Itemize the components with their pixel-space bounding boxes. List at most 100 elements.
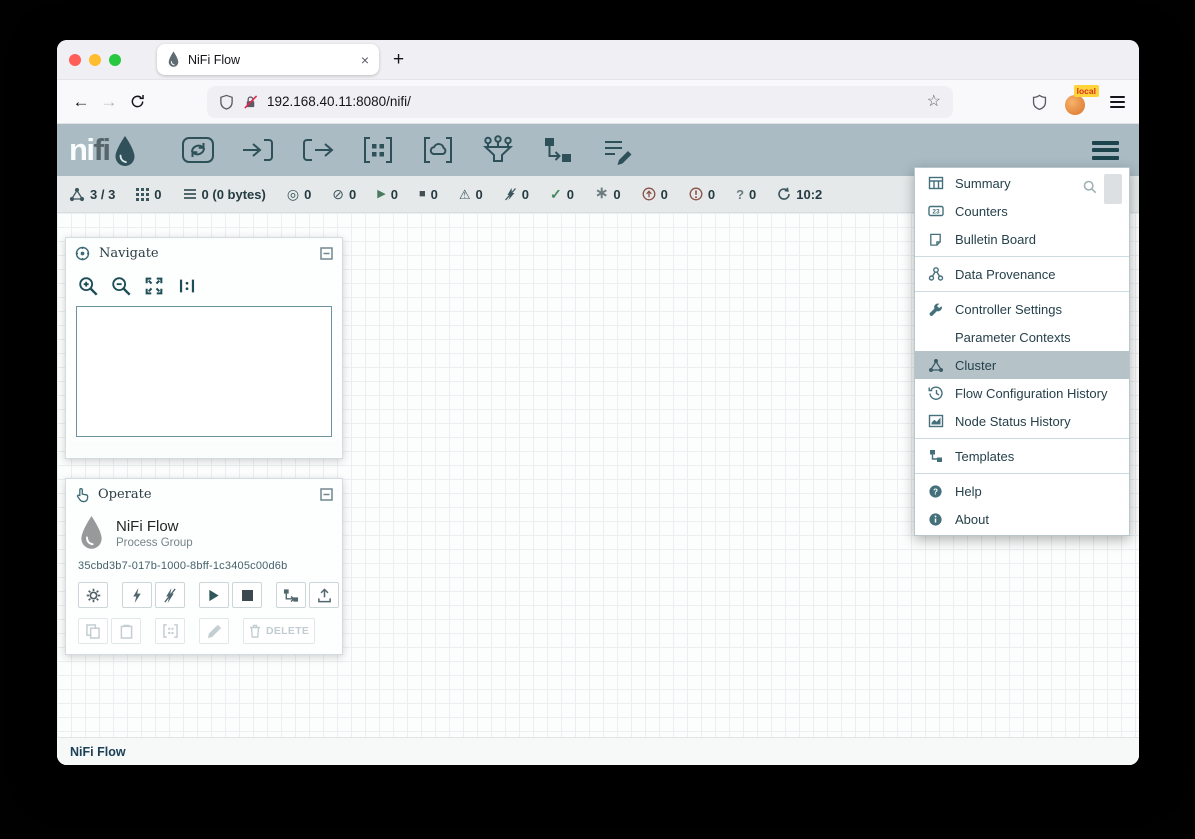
- create-template-button[interactable]: [276, 582, 306, 608]
- disable-button[interactable]: [155, 582, 185, 608]
- enable-button[interactable]: [122, 582, 152, 608]
- birdseye-view[interactable]: [76, 306, 332, 437]
- process-group-icon[interactable]: [361, 135, 395, 165]
- upload-template-button[interactable]: [309, 582, 339, 608]
- navigate-palette-footer: [67, 441, 341, 457]
- global-menu-hamburger-icon[interactable]: [1092, 141, 1119, 160]
- wrench-icon: [927, 302, 944, 317]
- copy-button[interactable]: [78, 618, 108, 644]
- help-icon: ?: [927, 484, 944, 499]
- zoom-in-button[interactable]: [76, 274, 100, 298]
- tracking-protection-shield-icon[interactable]: [219, 94, 234, 110]
- status-sync-failure: ? 0: [736, 187, 756, 202]
- breadcrumb-bar: NiFi Flow: [57, 737, 1139, 765]
- zoom-actual-size-button[interactable]: [175, 274, 199, 298]
- insecure-lock-icon[interactable]: [243, 94, 258, 110]
- stop-button[interactable]: [232, 582, 262, 608]
- menu-item-flow-configuration-history[interactable]: Flow Configuration History: [915, 379, 1129, 407]
- component-toolbar: [181, 135, 635, 165]
- new-tab-button[interactable]: +: [393, 49, 404, 71]
- group-button[interactable]: [155, 618, 185, 644]
- status-active-threads: 0: [136, 187, 161, 202]
- status-connected-nodes: 3 / 3: [69, 187, 115, 202]
- running-play-icon: ▶: [377, 189, 385, 200]
- window-controls: [69, 54, 121, 66]
- url-bar[interactable]: 192.168.40.11:8080/nifi/ ☆: [207, 86, 953, 118]
- funnel-icon[interactable]: [481, 135, 515, 165]
- operate-buttons-row2: DELETE: [78, 618, 330, 644]
- tab-close-icon[interactable]: ×: [361, 53, 369, 67]
- browser-tab[interactable]: NiFi Flow ×: [157, 44, 379, 75]
- navigate-palette-header[interactable]: Navigate: [66, 238, 342, 269]
- status-stale: 0: [642, 187, 668, 202]
- label-icon[interactable]: [601, 135, 635, 165]
- zoom-fit-button[interactable]: [142, 274, 166, 298]
- navigate-palette: Navigate: [65, 237, 343, 459]
- bookmark-star-icon[interactable]: ☆: [927, 94, 941, 110]
- template-icon: [927, 448, 944, 464]
- status-disabled: 0: [504, 187, 529, 202]
- profile-avatar[interactable]: local: [1064, 88, 1094, 116]
- delete-button-label: DELETE: [266, 625, 309, 637]
- logo-text-fi: fi: [94, 133, 110, 167]
- menu-item-templates[interactable]: Templates: [915, 442, 1129, 470]
- operate-title: Operate: [98, 487, 152, 502]
- stopped-square-icon: ■: [419, 189, 426, 200]
- navigate-toolbar: [66, 269, 342, 301]
- collapse-navigate-button[interactable]: [320, 247, 333, 260]
- status-not-transmitting: ⊘ 0: [332, 187, 356, 202]
- stale-arrow-circle-icon: [642, 187, 656, 201]
- selected-flow-type: Process Group: [116, 537, 193, 549]
- remote-process-group-icon[interactable]: [421, 135, 455, 165]
- svg-text:23: 23: [932, 209, 940, 216]
- operate-palette-header[interactable]: Operate: [66, 479, 342, 510]
- menu-item-cluster[interactable]: Cluster: [915, 351, 1129, 379]
- not-transmitting-icon: ⊘: [332, 187, 344, 201]
- breadcrumb[interactable]: NiFi Flow: [70, 745, 126, 759]
- maximize-window-button[interactable]: [109, 54, 121, 66]
- menu-item-about[interactable]: About: [915, 505, 1129, 533]
- collapse-operate-button[interactable]: [320, 488, 333, 501]
- input-port-icon[interactable]: [241, 135, 275, 165]
- cluster-icon: [927, 358, 944, 373]
- provenance-icon: [927, 266, 944, 282]
- browser-menu-hamburger-icon[interactable]: [1110, 96, 1125, 108]
- selected-flow-name: NiFi Flow: [116, 518, 193, 535]
- menu-divider: [915, 291, 1129, 292]
- process-group-drop-icon: [78, 515, 105, 551]
- forward-button[interactable]: →: [95, 88, 123, 116]
- operate-palette: Operate NiFi Flow Process Group: [65, 478, 343, 655]
- minimize-window-button[interactable]: [89, 54, 101, 66]
- menu-item-bulletin-board[interactable]: Bulletin Board: [915, 225, 1129, 253]
- zoom-out-button[interactable]: [109, 274, 133, 298]
- search-field-fragment[interactable]: [1104, 174, 1122, 204]
- compass-icon: [75, 246, 90, 261]
- refresh-icon[interactable]: [777, 187, 791, 201]
- svg-text:?: ?: [933, 487, 938, 496]
- menu-item-data-provenance[interactable]: Data Provenance: [915, 260, 1129, 288]
- back-button[interactable]: ←: [67, 88, 95, 116]
- menu-divider: [915, 438, 1129, 439]
- configuration-button[interactable]: [78, 582, 108, 608]
- template-icon[interactable]: [541, 135, 575, 165]
- status-stopped: ■ 0: [419, 187, 438, 202]
- avatar-circle: [1065, 95, 1085, 115]
- processor-icon[interactable]: [181, 135, 215, 165]
- menu-item-help[interactable]: ? Help: [915, 477, 1129, 505]
- reload-button[interactable]: [123, 88, 151, 116]
- menu-item-controller-settings[interactable]: Controller Settings: [915, 295, 1129, 323]
- navigate-title: Navigate: [99, 246, 159, 261]
- output-port-icon[interactable]: [301, 135, 335, 165]
- search-icon[interactable]: [1083, 180, 1097, 194]
- operate-body: NiFi Flow Process Group 35cbd3b7-017b-10…: [66, 510, 342, 654]
- menu-item-node-status-history[interactable]: Node Status History: [915, 407, 1129, 435]
- start-button[interactable]: [199, 582, 229, 608]
- close-window-button[interactable]: [69, 54, 81, 66]
- status-running: ▶ 0: [377, 187, 398, 202]
- fill-color-button[interactable]: [199, 618, 229, 644]
- menu-item-parameter-contexts[interactable]: Parameter Contexts: [915, 323, 1129, 351]
- pocket-shield-icon[interactable]: [1031, 93, 1048, 111]
- delete-button[interactable]: DELETE: [243, 618, 315, 644]
- nifi-app: nifi: [57, 124, 1139, 765]
- paste-button[interactable]: [111, 618, 141, 644]
